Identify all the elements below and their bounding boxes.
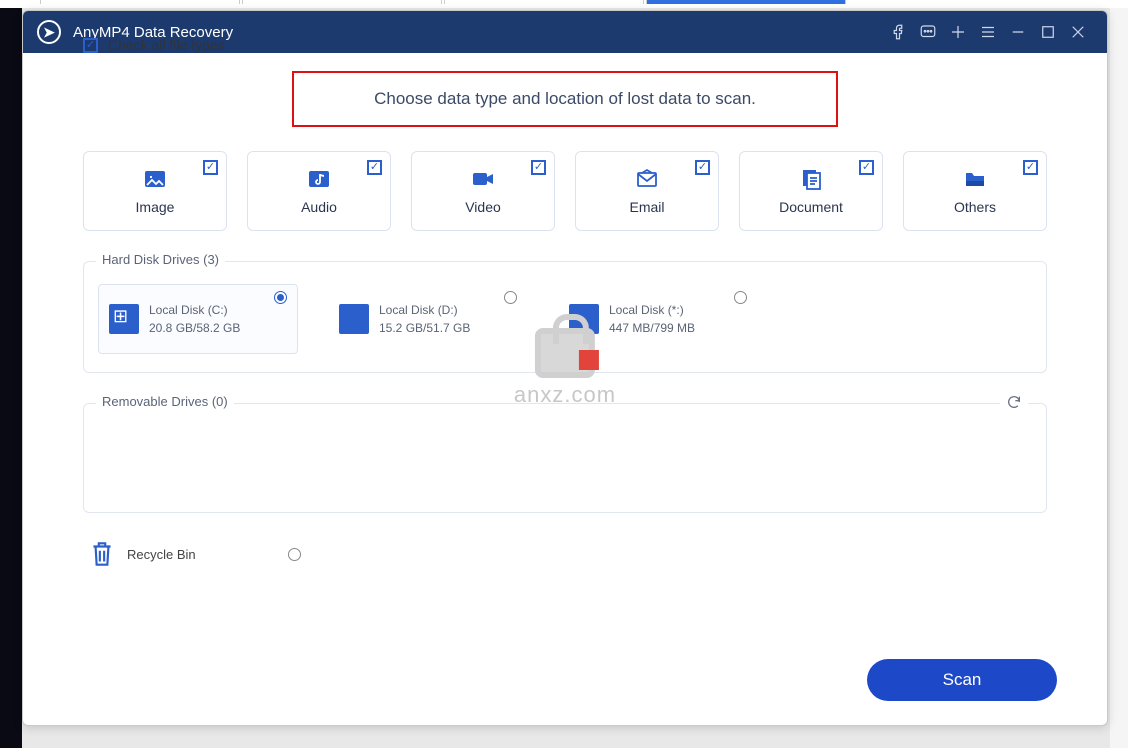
removable-legend: Removable Drives (0) bbox=[96, 394, 234, 409]
checkbox-icon[interactable]: ✓ bbox=[83, 38, 98, 53]
disk-icon bbox=[109, 304, 139, 334]
drive-name: Local Disk (D:) bbox=[379, 301, 470, 319]
refresh-icon bbox=[1006, 394, 1022, 410]
refresh-button[interactable] bbox=[1000, 394, 1028, 415]
folder-icon bbox=[961, 167, 989, 191]
type-card-image[interactable]: ✓ Image bbox=[83, 151, 227, 231]
browser-tab[interactable]: 最新软件更新_PC6软件下载网× bbox=[40, 0, 240, 4]
check-all-label: Check all file types bbox=[108, 37, 225, 53]
image-icon bbox=[141, 167, 169, 191]
drive-option[interactable]: Local Disk (*:) 447 MB/799 MB bbox=[558, 284, 758, 354]
hdd-legend: Hard Disk Drives (3) bbox=[96, 252, 225, 267]
type-label: Email bbox=[629, 199, 664, 215]
recycle-bin-icon bbox=[89, 539, 115, 569]
app-logo-icon: ➤ bbox=[37, 20, 61, 44]
type-card-audio[interactable]: ✓ Audio bbox=[247, 151, 391, 231]
checkbox-icon[interactable]: ✓ bbox=[695, 160, 710, 175]
removable-section: Removable Drives (0) bbox=[83, 403, 1047, 513]
browser-tab[interactable]: 后台内容管理系统 - 安下载× bbox=[444, 0, 644, 4]
disk-icon bbox=[339, 304, 369, 334]
maximize-button[interactable] bbox=[1033, 17, 1063, 47]
radio-icon[interactable] bbox=[734, 291, 747, 304]
audio-icon bbox=[305, 167, 333, 191]
type-card-document[interactable]: ✓ Document bbox=[739, 151, 883, 231]
menu-icon[interactable] bbox=[973, 17, 1003, 47]
type-card-email[interactable]: ✓ Email bbox=[575, 151, 719, 231]
minimize-button[interactable] bbox=[1003, 17, 1033, 47]
drive-name: Local Disk (*:) bbox=[609, 301, 695, 319]
document-icon bbox=[797, 167, 825, 191]
instruction-banner: Choose data type and location of lost da… bbox=[292, 71, 838, 127]
drive-option[interactable]: Local Disk (C:) 20.8 GB/58.2 GB bbox=[98, 284, 298, 354]
scan-button[interactable]: Scan bbox=[867, 659, 1057, 701]
email-icon bbox=[633, 167, 661, 191]
drive-size: 20.8 GB/58.2 GB bbox=[149, 319, 240, 337]
hdd-section: Hard Disk Drives (3) Local Disk (C:) 20.… bbox=[83, 261, 1047, 373]
drive-size: 15.2 GB/51.7 GB bbox=[379, 319, 470, 337]
disk-icon bbox=[569, 304, 599, 334]
recycle-bin-label: Recycle Bin bbox=[127, 547, 196, 562]
browser-tab[interactable]: Google 翻译× bbox=[646, 0, 846, 4]
checkbox-icon[interactable]: ✓ bbox=[859, 160, 874, 175]
drive-name: Local Disk (C:) bbox=[149, 301, 240, 319]
type-label: Image bbox=[136, 199, 175, 215]
checkbox-icon[interactable]: ✓ bbox=[203, 160, 218, 175]
checkbox-icon[interactable]: ✓ bbox=[367, 160, 382, 175]
feedback-icon[interactable] bbox=[913, 17, 943, 47]
facebook-icon[interactable] bbox=[883, 17, 913, 47]
checkbox-icon[interactable]: ✓ bbox=[531, 160, 546, 175]
side-panel bbox=[1110, 8, 1128, 748]
radio-icon[interactable] bbox=[274, 291, 287, 304]
type-label: Audio bbox=[301, 199, 337, 215]
checkbox-icon[interactable]: ✓ bbox=[1023, 160, 1038, 175]
type-label: Others bbox=[954, 199, 996, 215]
recycle-bin-option[interactable]: Recycle Bin bbox=[83, 539, 1047, 569]
type-card-video[interactable]: ✓ Video bbox=[411, 151, 555, 231]
drive-option[interactable]: Local Disk (D:) 15.2 GB/51.7 GB bbox=[328, 284, 528, 354]
type-label: Document bbox=[779, 199, 843, 215]
browser-tab-strip: 最新软件更新_PC6软件下载网× AnyMP4 Data Recovery-An… bbox=[0, 0, 1128, 8]
drive-size: 447 MB/799 MB bbox=[609, 319, 695, 337]
browser-tab[interactable]: AnyMP4 Data Recovery-AnyM× bbox=[242, 0, 442, 4]
type-label: Video bbox=[465, 199, 501, 215]
file-type-grid: ✓ Image ✓ Audio ✓ Video ✓ Email ✓ bbox=[83, 151, 1047, 231]
add-icon[interactable] bbox=[943, 17, 973, 47]
radio-icon[interactable] bbox=[504, 291, 517, 304]
radio-icon[interactable] bbox=[288, 548, 301, 561]
type-card-others[interactable]: ✓ Others bbox=[903, 151, 1047, 231]
app-window: ➤ AnyMP4 Data Recovery ✓ Check all file … bbox=[22, 10, 1108, 726]
close-button[interactable] bbox=[1063, 17, 1093, 47]
desktop-background bbox=[0, 8, 22, 748]
video-icon bbox=[469, 167, 497, 191]
